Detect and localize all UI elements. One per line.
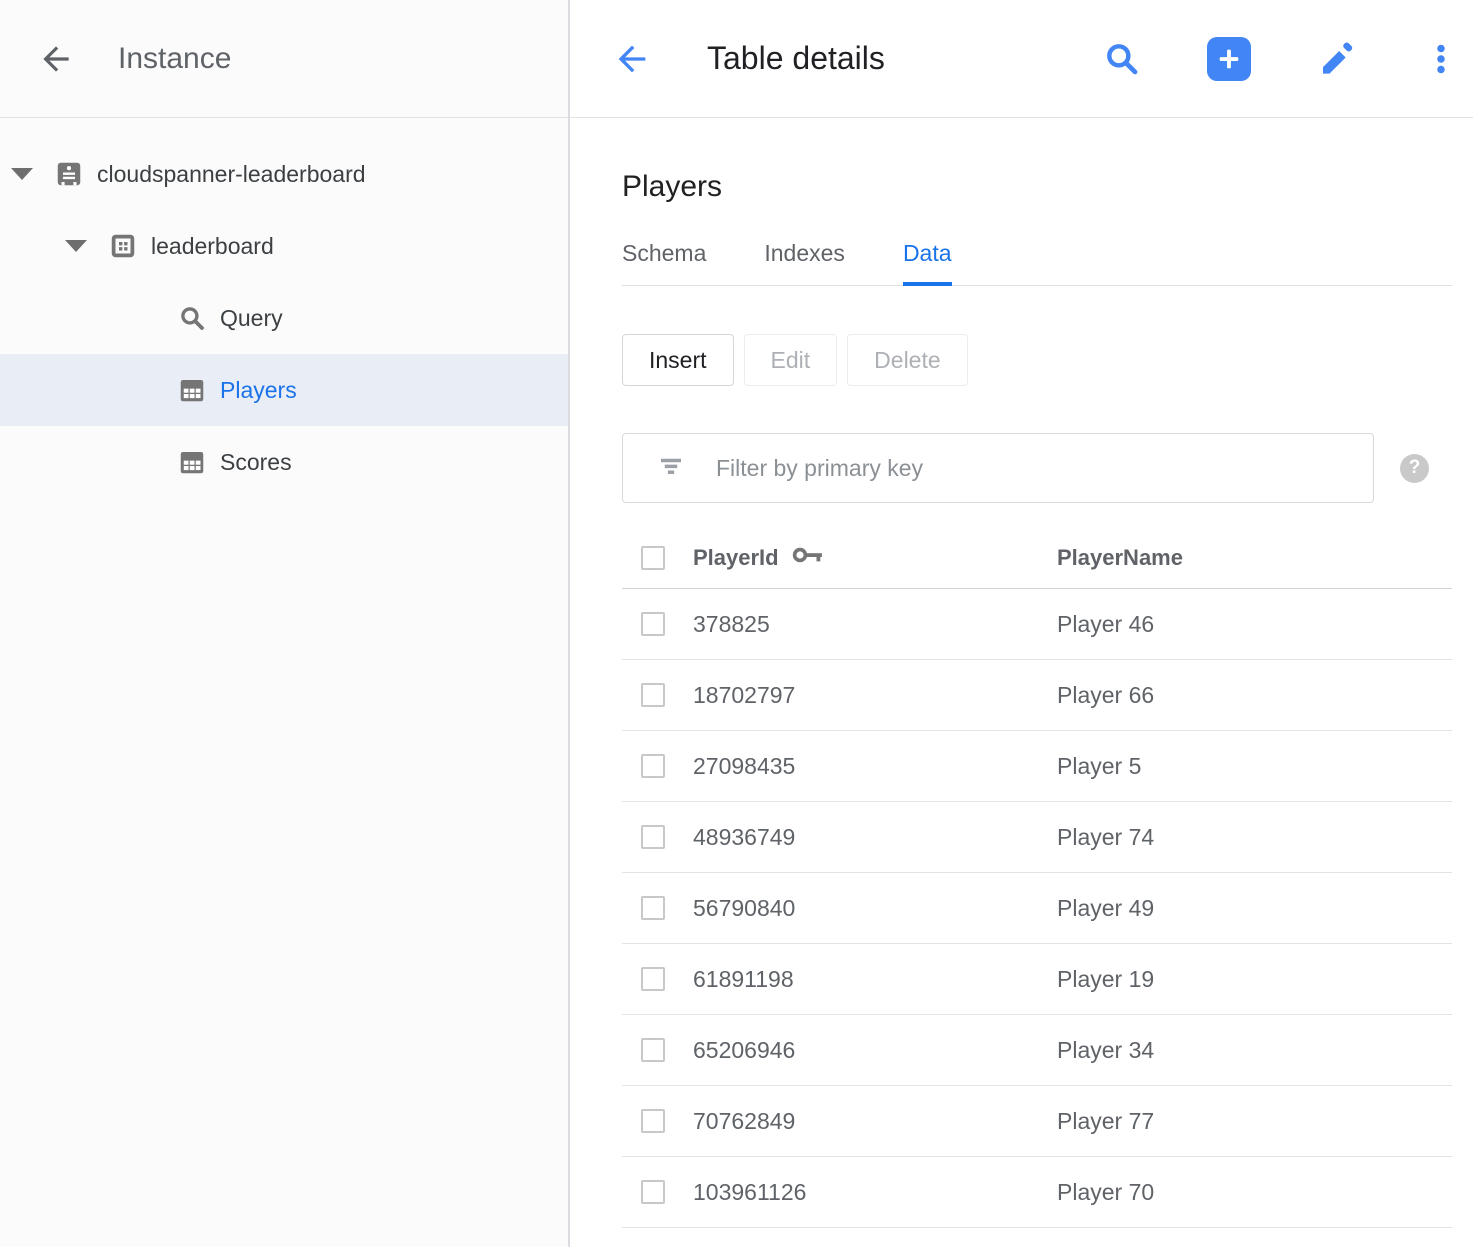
tab-indexes[interactable]: Indexes [764,240,845,286]
tab-schema[interactable]: Schema [622,240,706,286]
caret-down-icon[interactable] [65,240,87,253]
cell-playerid: 103961126 [693,1179,1057,1206]
cell-playername: Player 70 [1057,1179,1452,1206]
edit-pencil-icon[interactable] [1317,39,1357,79]
back-arrow-icon[interactable] [37,40,75,78]
data-table: PlayerId PlayerName 378825 [622,527,1452,1228]
filter-list-icon [656,451,686,486]
table-header-row: PlayerId PlayerName [622,527,1452,589]
sidebar-header: Instance [0,0,568,118]
cell-playername: Player 66 [1057,682,1452,709]
page-title: Table details [707,40,885,77]
row-checkbox[interactable] [641,1180,665,1204]
column-header-playername: PlayerName [1057,545,1452,571]
tree-item-query[interactable]: Query [0,282,568,354]
cell-playerid: 65206946 [693,1037,1057,1064]
tree-item-label: Scores [220,449,292,476]
add-icon[interactable] [1207,37,1251,81]
table-row: 18702797 Player 66 [622,660,1452,731]
table-icon [177,447,207,477]
filter-input[interactable] [716,455,1353,482]
database-icon [108,231,138,261]
cell-playerid: 70762849 [693,1108,1057,1135]
cell-playerid: 27098435 [693,753,1057,780]
cell-playername: Player 74 [1057,824,1452,851]
row-checkbox[interactable] [641,825,665,849]
row-checkbox[interactable] [641,612,665,636]
table-row: 56790840 Player 49 [622,873,1452,944]
help-icon[interactable]: ? [1400,454,1429,483]
tree-item-players[interactable]: Players [0,354,568,426]
sidebar-title: Instance [118,42,231,76]
tree-item-label: Players [220,377,297,404]
row-checkbox[interactable] [641,896,665,920]
main-body: Players Schema Indexes Data Insert Edit … [570,118,1473,1228]
main-header: Table details [570,0,1473,118]
column-header-playerid: PlayerId [693,544,1057,572]
back-arrow-icon[interactable] [612,39,652,79]
cell-playername: Player 49 [1057,895,1452,922]
cell-playername: Player 5 [1057,753,1452,780]
cell-playerid: 378825 [693,611,1057,638]
instance-icon [54,159,84,189]
table-row: 378825 Player 46 [622,589,1452,660]
cell-playername: Player 77 [1057,1108,1452,1135]
query-search-icon [177,303,207,333]
primary-key-icon [791,544,825,572]
edit-button[interactable]: Edit [744,334,838,386]
row-action-buttons: Insert Edit Delete [622,334,1452,386]
table-icon [177,375,207,405]
header-actions [1103,37,1459,81]
filter-box [622,433,1374,503]
row-checkbox[interactable] [641,683,665,707]
filter-row: ? [622,433,1452,503]
cell-playerid: 18702797 [693,682,1057,709]
tree-item-label: Query [220,305,283,332]
table-row: 65206946 Player 34 [622,1015,1452,1086]
tab-bar: Schema Indexes Data [622,240,1452,286]
cell-playerid: 48936749 [693,824,1057,851]
table-name-heading: Players [622,170,1452,204]
table-row: 61891198 Player 19 [622,944,1452,1015]
cell-playerid: 56790840 [693,895,1057,922]
tree-item-scores[interactable]: Scores [0,426,568,498]
table-row: 48936749 Player 74 [622,802,1452,873]
row-checkbox[interactable] [641,754,665,778]
row-checkbox[interactable] [641,967,665,991]
row-checkbox[interactable] [641,1109,665,1133]
cell-playerid: 61891198 [693,966,1057,993]
sidebar: Instance cloudspanner-leaderboard [0,0,570,1247]
select-all-checkbox[interactable] [641,546,665,570]
insert-button[interactable]: Insert [622,334,734,386]
table-row: 103961126 Player 70 [622,1157,1452,1228]
caret-down-icon[interactable] [11,168,33,181]
tree-item-database[interactable]: leaderboard [0,210,568,282]
main-panel: Table details [570,0,1473,1247]
tree-item-instance[interactable]: cloudspanner-leaderboard [0,138,568,210]
cell-playername: Player 46 [1057,611,1452,638]
table-row: 27098435 Player 5 [622,731,1452,802]
app-window: Instance cloudspanner-leaderboard [0,0,1473,1247]
database-tree: cloudspanner-leaderboard leaderboard [0,118,568,498]
delete-button[interactable]: Delete [847,334,967,386]
tree-item-label: leaderboard [151,233,274,260]
search-icon[interactable] [1103,40,1141,78]
cell-playername: Player 34 [1057,1037,1452,1064]
more-vert-icon[interactable] [1423,41,1459,77]
tree-item-label: cloudspanner-leaderboard [97,161,366,188]
row-checkbox[interactable] [641,1038,665,1062]
cell-playername: Player 19 [1057,966,1452,993]
table-row: 70762849 Player 77 [622,1086,1452,1157]
tab-data[interactable]: Data [903,240,952,286]
